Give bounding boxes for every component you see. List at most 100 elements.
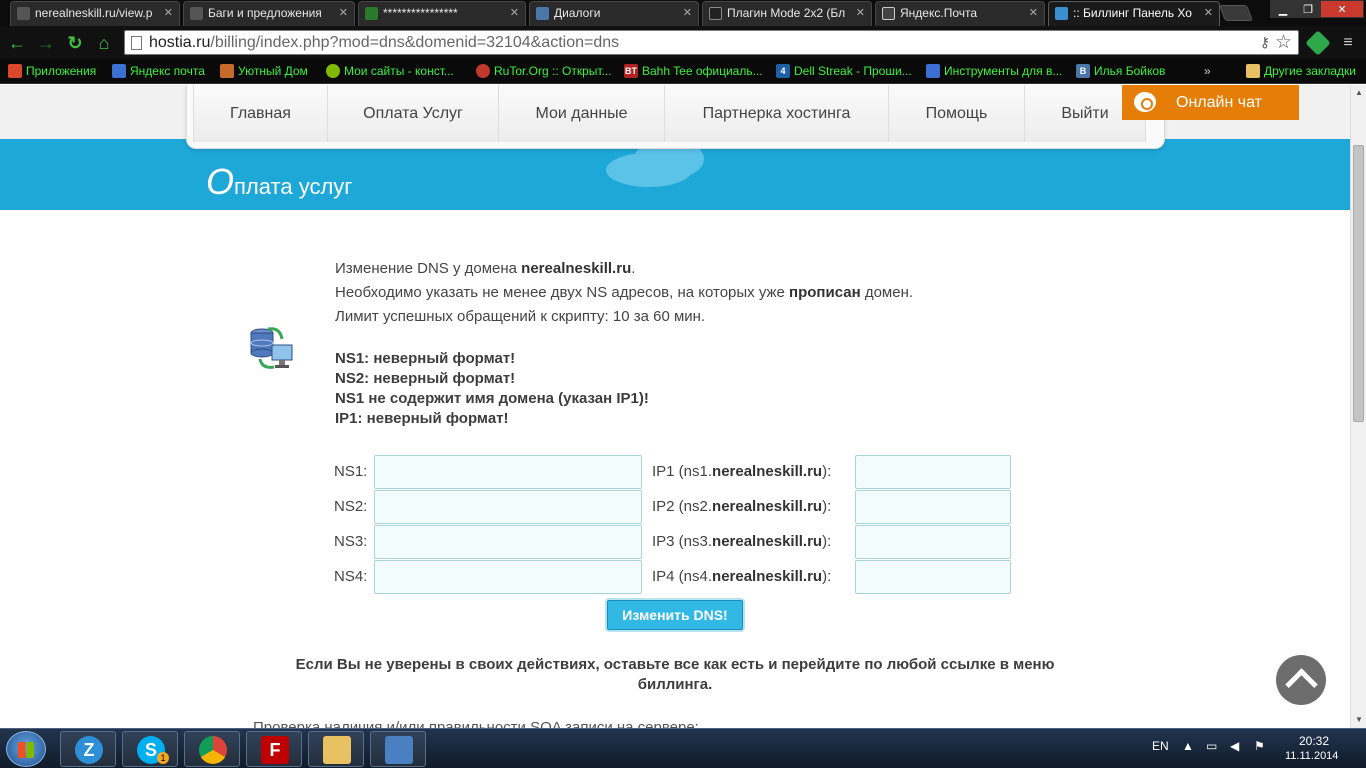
ip3-input[interactable] — [855, 525, 1011, 559]
online-chat-button[interactable]: Онлайн чат — [1122, 85, 1299, 120]
scrollbar-thumb[interactable] — [1353, 145, 1364, 422]
scroll-up-icon[interactable]: ▲ — [1351, 85, 1366, 101]
volume-icon[interactable]: ◀ — [1230, 739, 1239, 753]
bookmark-rutor[interactable]: RuTor.Org :: Открыт... — [476, 59, 612, 83]
home-icon[interactable]: ⌂ — [93, 32, 115, 54]
menu-item-partner[interactable]: Партнерка хостинга — [665, 85, 889, 142]
ip-label-domain: nerealneskill.ru — [712, 568, 823, 585]
bookmark-yandex-mail[interactable]: Яндекс почта — [112, 59, 205, 83]
ip2-input[interactable] — [855, 490, 1011, 524]
taskbar-app-zona[interactable]: Z — [60, 731, 116, 767]
bookmark-label: Илья Бойков — [1094, 64, 1166, 78]
domain-name: nerealneskill.ru — [521, 260, 632, 277]
bookmark-star-icon[interactable]: ☆ — [1275, 31, 1292, 54]
menu-item-payment[interactable]: Оплата Услуг — [328, 85, 499, 142]
dns-servers-icon — [250, 327, 293, 369]
clock-date[interactable]: 11.11.2014 — [1285, 750, 1338, 762]
tab-2[interactable]: Баги и предложения ✕ — [183, 1, 355, 26]
tab-3[interactable]: **************** ✕ — [358, 1, 526, 26]
tab-label: Яндекс.Почта — [900, 6, 978, 20]
bookmark-label: Мои сайты - конст... — [344, 64, 454, 78]
close-icon[interactable]: ✕ — [1204, 2, 1213, 25]
tray-expand-icon[interactable]: ▲ — [1182, 739, 1194, 753]
tab-7-active[interactable]: :: Биллинг Панель Хо ✕ — [1048, 1, 1220, 26]
ns2-input[interactable] — [374, 490, 642, 524]
bookmark-tools[interactable]: Инструменты для в... — [926, 59, 1062, 83]
ns1-input[interactable] — [374, 455, 642, 489]
taskbar-app-chrome[interactable] — [184, 731, 240, 767]
taskbar-app-remote[interactable] — [370, 731, 426, 767]
bookmarks-overflow-button[interactable]: » — [1204, 59, 1211, 83]
info-text: Изменение DNS у домена — [335, 260, 522, 277]
bookmark-apps[interactable]: Приложения — [8, 59, 96, 83]
vk-logo-icon: B — [1076, 64, 1090, 78]
ip-label-domain: nerealneskill.ru — [712, 533, 823, 550]
bookmark-ilya-boykov[interactable]: B Илья Бойков — [1076, 59, 1165, 83]
taskbar-app-filezilla[interactable]: F — [246, 731, 302, 767]
key-icon[interactable]: ⚷ — [1260, 34, 1270, 51]
bookmark-label: RuTor.Org :: Открыт... — [494, 64, 612, 78]
maximize-button[interactable]: ❐ — [1296, 0, 1320, 18]
info-line-domain: Изменение DNS у домена nerealneskill.ru. — [335, 257, 913, 281]
bookmark-uyutny-dom[interactable]: Уютный Дом — [220, 59, 308, 83]
menu-item-help[interactable]: Помощь — [889, 85, 1025, 142]
back-arrow-icon[interactable]: ← — [6, 32, 28, 54]
close-icon[interactable]: ✕ — [164, 2, 173, 25]
url-path: /billing/index.php?mod=dns&domenid=32104… — [210, 34, 620, 51]
ns3-input[interactable] — [374, 525, 642, 559]
ip-label-suffix: ): — [822, 533, 832, 550]
menu-item-home[interactable]: Главная — [193, 85, 328, 142]
flag-icon[interactable]: ⚑ — [1254, 739, 1265, 753]
clock-time[interactable]: 20:32 — [1299, 734, 1329, 748]
close-icon[interactable]: ✕ — [510, 2, 519, 25]
scroll-down-icon[interactable]: ▼ — [1351, 712, 1366, 728]
bookmark-label: Уютный Дом — [238, 64, 308, 78]
address-bar[interactable]: hostia.ru/billing/index.php?mod=dns&dome… — [124, 30, 1299, 55]
remote-desktop-icon — [385, 736, 413, 764]
tab-6[interactable]: Яндекс.Почта ✕ — [875, 1, 1045, 26]
error-message: NS1: неверный формат! — [335, 350, 516, 367]
minimize-button[interactable]: ▁ — [1270, 0, 1296, 18]
close-window-button[interactable]: ✕ — [1320, 0, 1364, 18]
menu-item-my-data[interactable]: Мои данные — [499, 85, 665, 142]
game-icon — [709, 7, 722, 20]
bookmark-bahh-tee[interactable]: BT Bahh Tee официаль... — [624, 59, 763, 83]
mail-icon — [882, 7, 895, 20]
folder-icon — [323, 736, 351, 764]
star-badge-icon — [476, 64, 490, 78]
change-dns-button[interactable]: Изменить DNS! — [607, 600, 743, 630]
close-icon[interactable]: ✕ — [339, 2, 348, 25]
close-icon[interactable]: ✕ — [683, 2, 692, 25]
page-scrollbar[interactable]: ▲ ▼ — [1350, 85, 1366, 728]
new-tab-button[interactable] — [1219, 5, 1253, 21]
ns4-input[interactable] — [374, 560, 642, 594]
start-button[interactable] — [6, 731, 46, 767]
soa-check-link[interactable]: Проверка наличия и/или правильности SOA … — [253, 719, 699, 728]
close-icon[interactable]: ✕ — [856, 2, 865, 25]
language-indicator[interactable]: EN — [1152, 739, 1169, 753]
reload-icon[interactable]: ↻ — [64, 32, 86, 54]
menu-icon[interactable]: ≡ — [1339, 34, 1357, 52]
taskbar-app-explorer[interactable] — [308, 731, 364, 767]
scroll-to-top-button[interactable] — [1276, 655, 1326, 705]
network-icon[interactable]: ▭ — [1206, 739, 1217, 753]
tab-5[interactable]: Плагин Mode 2x2 (Бл ✕ — [702, 1, 872, 26]
ip4-input[interactable] — [855, 560, 1011, 594]
title-rest: плата услуг — [234, 174, 353, 199]
tab-4[interactable]: Диалоги ✕ — [529, 1, 699, 26]
info-line-ns: Необходимо указать не менее двух NS адре… — [335, 281, 913, 305]
bookmark-my-sites[interactable]: Мои сайты - конст... — [326, 59, 454, 83]
taskbar-app-skype[interactable]: S 1 — [122, 731, 178, 767]
tab-label: **************** — [383, 6, 458, 20]
forward-arrow-icon[interactable]: → — [35, 32, 57, 54]
ip1-label: IP1 (ns1.nerealneskill.ru): — [652, 455, 831, 489]
filezilla-icon: F — [261, 736, 289, 764]
bookmark-dell-streak[interactable]: 4 Dell Streak - Проши... — [776, 59, 912, 83]
bookmark-label: Bahh Tee официаль... — [642, 64, 763, 78]
tab-1[interactable]: nerealneskill.ru/view.p ✕ — [10, 1, 180, 26]
ip1-input[interactable] — [855, 455, 1011, 489]
close-icon[interactable]: ✕ — [1029, 2, 1038, 25]
address-url: hostia.ru/billing/index.php?mod=dns&dome… — [149, 31, 619, 54]
bookmark-other[interactable]: Другие закладки — [1246, 59, 1356, 83]
info-line-limit: Лимит успешных обращений к скрипту: 10 з… — [335, 308, 706, 325]
